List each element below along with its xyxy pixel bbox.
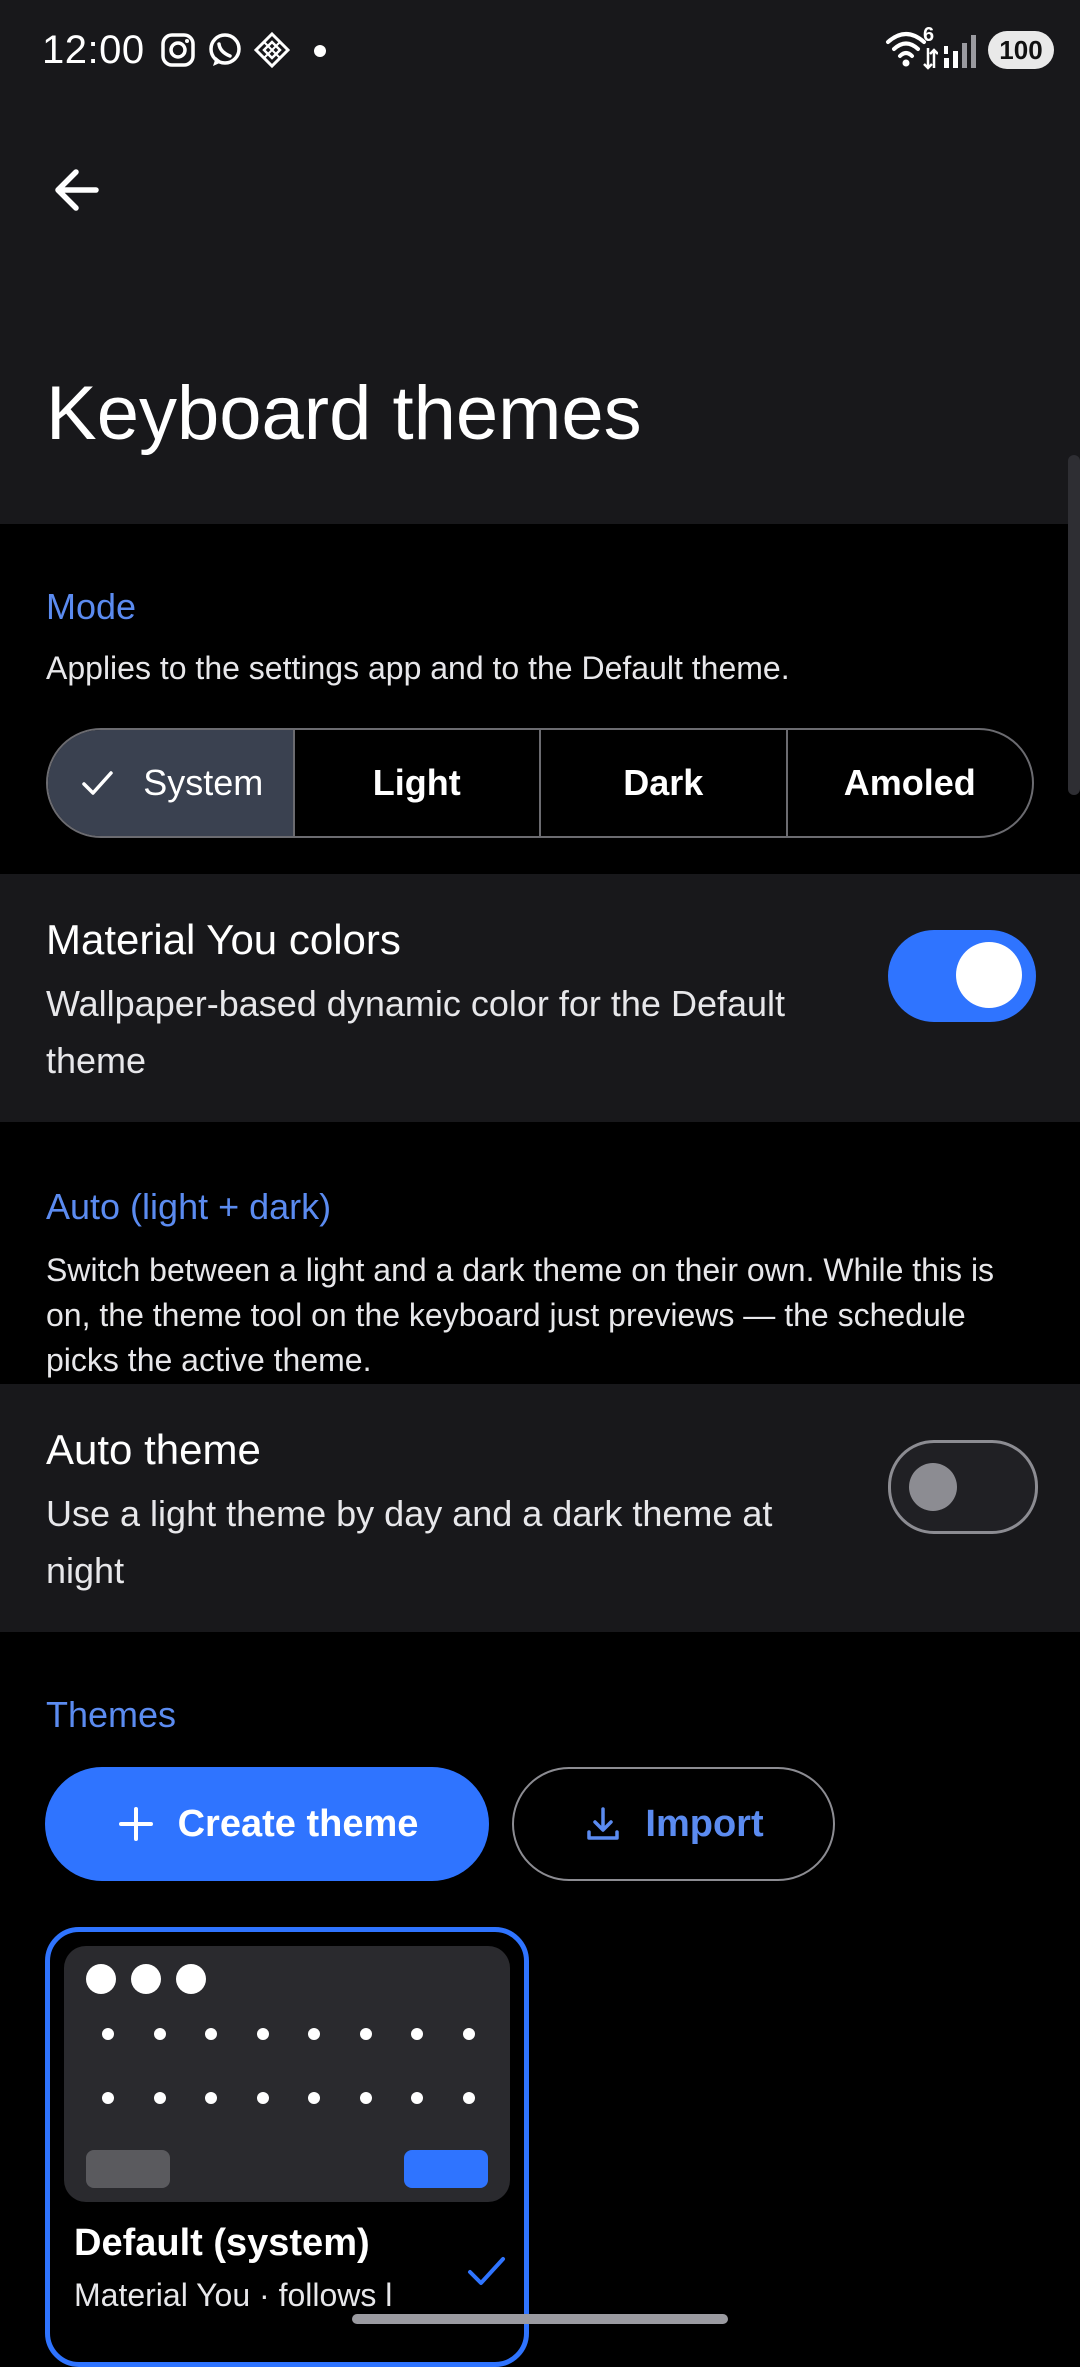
mode-option-label: Amoled: [843, 762, 976, 803]
mode-description: Applies to the settings app and to the D…: [46, 650, 790, 686]
gesture-nav-bar[interactable]: [352, 2314, 728, 2324]
instagram-icon: [161, 33, 195, 67]
preview-key-dot: [359, 2092, 372, 2104]
auto-description: Switch between a light and a dark theme …: [46, 1252, 995, 1378]
mode-option-amoled[interactable]: Amoled: [785, 730, 1033, 836]
check-icon: [77, 763, 117, 803]
theme-preview: [64, 1946, 510, 2202]
signal-icon: [944, 35, 976, 68]
material-you-toggle[interactable]: [888, 930, 1036, 1022]
auto-theme-title: Auto theme: [46, 1426, 261, 1473]
preview-key-dot: [256, 2028, 269, 2040]
mode-option-label: Dark: [623, 762, 704, 803]
material-you-subtitle: Wallpaper-based dynamic color for the De…: [46, 983, 786, 1081]
preview-key-dot: [462, 2028, 475, 2040]
preview-dot: [131, 1964, 161, 1994]
app-header: [0, 100, 1080, 524]
status-time: 12:00: [42, 28, 145, 72]
preview-key-dot: [308, 2092, 320, 2104]
check-icon: [468, 2257, 505, 2285]
scrollbar[interactable]: [1068, 455, 1080, 795]
dot-icon: [314, 45, 326, 57]
page-title: Keyboard themes: [46, 371, 642, 456]
preview-key-left: [86, 2150, 170, 2188]
whatsapp-icon: [209, 33, 241, 66]
theme-name: Default (system): [74, 2222, 370, 2264]
preview-key-dot: [359, 2028, 372, 2040]
preview-dot: [86, 1964, 116, 1994]
preview-key-dot: [411, 2028, 423, 2040]
auto-section-label: Auto (light + dark): [46, 1186, 332, 1227]
mode-segmented-control: System Light Dark Amoled: [46, 728, 1034, 838]
preview-key-dot: [205, 2028, 217, 2040]
auto-theme-toggle[interactable]: [888, 1440, 1038, 1534]
preview-key-dot: [153, 2092, 166, 2104]
wifi-badge: 6: [923, 24, 935, 46]
create-theme-label: Create theme: [177, 1802, 419, 1845]
preview-key-dot: [102, 2092, 114, 2104]
theme-card-default[interactable]: Default (system) Material You · follows …: [45, 1927, 529, 2367]
import-label: Import: [645, 1802, 764, 1845]
preview-key-dot: [205, 2092, 217, 2104]
arrow-left-icon[interactable]: [42, 150, 122, 230]
plus-icon: [118, 1807, 153, 1841]
mode-option-label: Light: [372, 762, 461, 803]
mode-option-light[interactable]: Light: [292, 730, 540, 836]
preview-key-dot: [308, 2028, 320, 2040]
preview-key-dot: [462, 2092, 475, 2104]
download-icon: [587, 1807, 620, 1840]
preview-key-dot: [256, 2092, 269, 2104]
mode-option-dark[interactable]: Dark: [539, 730, 786, 836]
mode-option-system[interactable]: System: [48, 730, 293, 836]
app-diamond-icon: [253, 31, 291, 69]
preview-key-dot: [102, 2028, 114, 2040]
mode-option-label: System: [143, 762, 264, 803]
material-you-title: Material You colors: [46, 916, 401, 963]
create-theme-button[interactable]: Create theme: [45, 1767, 489, 1881]
preview-key-accent: [404, 2150, 488, 2188]
preview-dot: [176, 1964, 206, 1994]
toggle-knob: [909, 1463, 957, 1511]
theme-subtitle: Material You · follows l: [74, 2277, 393, 2313]
themes-section-label: Themes: [46, 1694, 177, 1735]
import-button[interactable]: Import: [512, 1767, 835, 1881]
preview-key-dot: [153, 2028, 166, 2040]
battery-indicator: 100: [988, 31, 1054, 69]
auto-theme-subtitle: Use a light theme by day and a dark them…: [46, 1493, 773, 1591]
mode-section-label: Mode: [46, 586, 137, 627]
toggle-knob: [956, 942, 1022, 1008]
preview-key-dot: [411, 2092, 423, 2104]
